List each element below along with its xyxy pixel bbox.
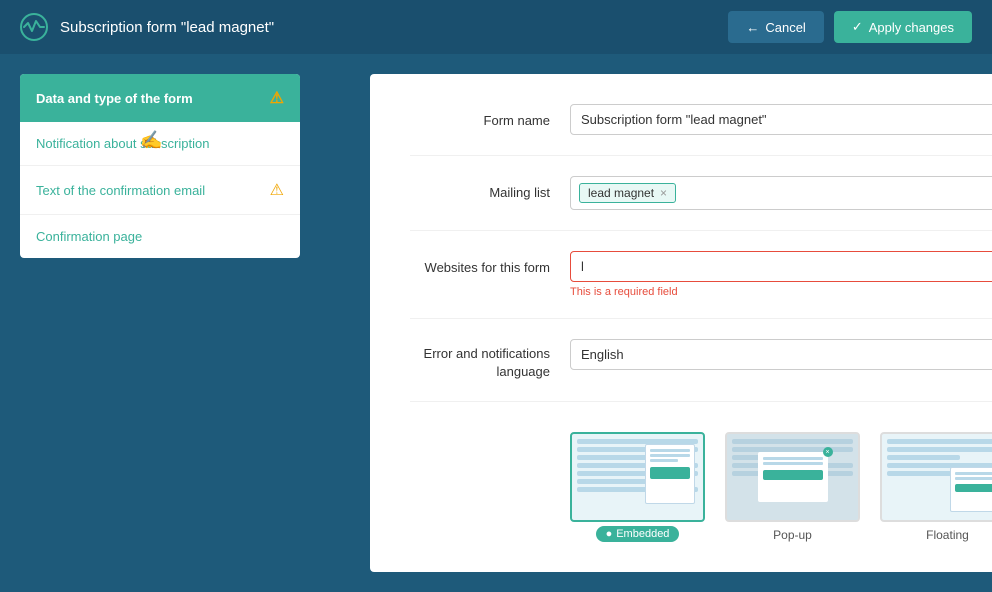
apply-changes-button[interactable]: ✓ Apply changes: [834, 11, 972, 43]
floating-preview: [880, 432, 992, 522]
sidebar-item-confirmation-page[interactable]: Confirmation page: [20, 215, 300, 258]
language-row: Error and notifications language English…: [410, 339, 992, 402]
form-name-input[interactable]: [570, 104, 992, 135]
sidebar-card: Data and type of the form ⚠ Notification…: [20, 74, 300, 258]
language-select[interactable]: English French German Spanish Polish: [570, 339, 992, 370]
websites-input[interactable]: [570, 251, 992, 282]
form-name-row: Form name: [410, 104, 992, 156]
header-left: Subscription form "lead magnet": [20, 13, 274, 41]
content-area: Form name Mailing list lead magnet ×: [360, 54, 992, 592]
language-control: English French German Spanish Polish ▼: [570, 339, 992, 370]
embedded-preview: [570, 432, 705, 522]
page-title: Subscription form "lead magnet": [60, 19, 274, 36]
cancel-button[interactable]: ← Cancel: [728, 11, 823, 43]
warning-icon-data-type: ⚠: [270, 88, 284, 108]
popup-preview: ×: [725, 432, 860, 522]
checkmark-icon: ✓: [852, 19, 863, 35]
type-card-floating[interactable]: Floating: [880, 432, 992, 542]
floating-label: Floating: [880, 528, 992, 542]
sidebar-item-data-type[interactable]: Data and type of the form ⚠: [20, 74, 300, 122]
mailing-list-tag: lead magnet ×: [579, 183, 676, 203]
main-layout: Data and type of the form ⚠ Notification…: [0, 54, 992, 592]
websites-label: Websites for this form: [410, 251, 570, 277]
websites-row: Websites for this form This is a require…: [410, 251, 992, 319]
mailing-list-row: Mailing list lead magnet ×: [410, 176, 992, 231]
form-types-row: ● Embedded: [410, 422, 992, 542]
sidebar-item-notification[interactable]: Notification about subscription ✍: [20, 122, 300, 166]
embedded-active-indicator: ● Embedded: [596, 526, 680, 542]
popup-label: Pop-up: [725, 528, 860, 542]
logo-icon: [20, 13, 48, 41]
language-select-wrap: English French German Spanish Polish ▼: [570, 339, 992, 370]
content-card: Form name Mailing list lead magnet ×: [370, 74, 992, 572]
form-types-wrap: ● Embedded: [570, 432, 992, 542]
back-arrow-icon: ←: [746, 20, 759, 35]
mailing-list-tag-container[interactable]: lead magnet ×: [570, 176, 992, 210]
form-name-label: Form name: [410, 104, 570, 130]
websites-control: This is a required field: [570, 251, 992, 298]
sidebar: Data and type of the form ⚠ Notification…: [0, 54, 360, 592]
remove-tag-button[interactable]: ×: [660, 187, 667, 199]
type-card-popup[interactable]: × Pop-up: [725, 432, 860, 542]
sidebar-item-confirmation-text[interactable]: Text of the confirmation email ⚠: [20, 166, 300, 215]
header: Subscription form "lead magnet" ← Cancel…: [0, 0, 992, 54]
mailing-list-control: lead magnet ×: [570, 176, 992, 210]
websites-error-text: This is a required field: [570, 286, 992, 298]
warning-icon-confirmation: ⚠: [270, 180, 284, 200]
form-name-control: [570, 104, 992, 135]
circle-check-icon: ●: [606, 528, 613, 540]
mailing-list-label: Mailing list: [410, 176, 570, 202]
type-card-embedded[interactable]: ● Embedded: [570, 432, 705, 542]
language-label: Error and notifications language: [410, 339, 570, 381]
header-buttons: ← Cancel ✓ Apply changes: [728, 11, 972, 43]
